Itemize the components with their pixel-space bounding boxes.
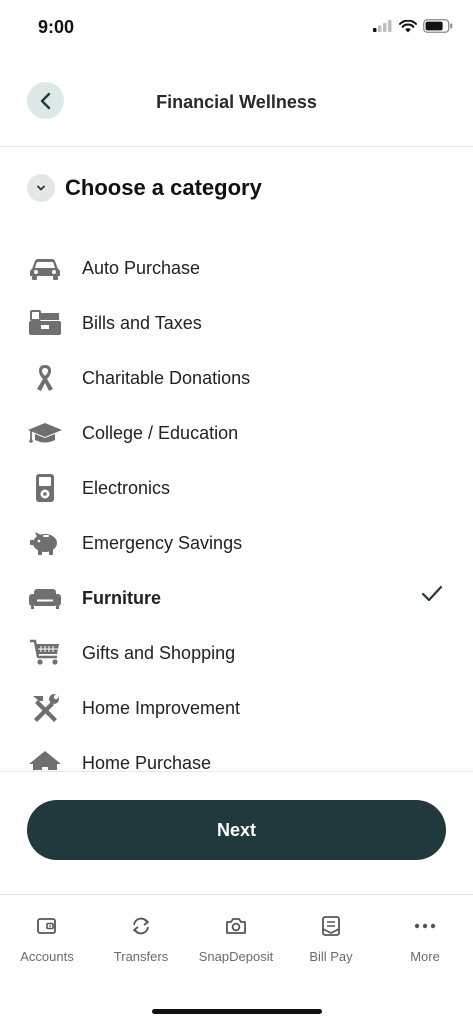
battery-icon <box>423 19 453 33</box>
category-label: Gifts and Shopping <box>82 643 236 663</box>
category-item-charitable-donations[interactable]: Charitable Donations <box>0 350 473 405</box>
wifi-icon <box>399 19 417 32</box>
tab-accounts[interactable]: Accounts <box>0 913 94 964</box>
category-label: Home Improvement <box>82 698 241 718</box>
category-item-furniture[interactable]: Furniture <box>0 570 473 625</box>
category-item-college-education[interactable]: College / Education <box>0 405 473 460</box>
category-label: College / Education <box>82 423 239 443</box>
transfer-icon <box>133 917 149 935</box>
next-button[interactable]: Next <box>27 800 446 860</box>
category-label: Home Purchase <box>82 753 212 770</box>
sofa-icon <box>27 583 63 613</box>
collapse-toggle[interactable] <box>27 174 55 202</box>
category-item-emergency-savings[interactable]: Emergency Savings <box>0 515 473 570</box>
category-list: Auto Purchase Bills and Taxes Charitable… <box>0 236 473 770</box>
home-indicator <box>152 1009 322 1014</box>
piggy-bank-icon <box>27 528 63 558</box>
car-icon <box>27 253 63 283</box>
category-item-gifts-and-shopping[interactable]: Gifts and Shopping <box>0 625 473 680</box>
category-label: Electronics <box>82 478 171 498</box>
category-label: Charitable Donations <box>82 368 251 388</box>
category-item-electronics[interactable]: Electronics <box>0 460 473 515</box>
category-item-bills-and-taxes[interactable]: Bills and Taxes <box>0 295 473 350</box>
category-item-auto-purchase[interactable]: Auto Purchase <box>0 240 473 295</box>
category-label: Furniture <box>82 588 161 608</box>
chevron-down-icon <box>37 185 45 190</box>
tab-bill-pay[interactable]: Bill Pay <box>284 913 378 964</box>
signal-icon <box>373 20 392 32</box>
ipod-icon <box>27 473 63 503</box>
house-icon <box>27 748 63 770</box>
ribbon-icon <box>27 363 63 393</box>
section-title: Choose a category <box>65 175 262 200</box>
tab-label: More <box>410 949 440 964</box>
tab-label: SnapDeposit <box>198 949 274 964</box>
divider <box>0 771 473 772</box>
section-header: Choose a category <box>27 174 262 202</box>
status-bar: 9:00 <box>0 0 473 56</box>
category-item-home-purchase[interactable]: Home Purchase <box>0 735 473 770</box>
tab-label: Bill Pay <box>309 949 353 964</box>
checkmark-icon <box>421 585 443 602</box>
wallet-icon <box>37 918 56 934</box>
bill-icon <box>322 916 340 936</box>
tab-snapdeposit[interactable]: SnapDeposit <box>189 913 283 964</box>
status-time: 9:00 <box>38 17 75 37</box>
category-label: Bills and Taxes <box>82 313 202 333</box>
header: Financial Wellness <box>0 56 473 147</box>
tab-transfers[interactable]: Transfers <box>94 913 188 964</box>
tab-bar: Accounts Transfers SnapDeposit Bill Pay … <box>0 894 473 1024</box>
tools-icon <box>27 693 63 723</box>
graduation-cap-icon <box>27 418 63 448</box>
tab-more[interactable]: More <box>378 913 472 964</box>
category-label: Emergency Savings <box>82 533 243 553</box>
status-icons <box>373 19 453 33</box>
register-icon <box>27 308 63 338</box>
page-title: Financial Wellness <box>156 92 317 112</box>
tab-label: Accounts <box>20 949 74 964</box>
more-icon <box>414 923 436 929</box>
category-label: Auto Purchase <box>82 258 201 278</box>
category-item-home-improvement[interactable]: Home Improvement <box>0 680 473 735</box>
shopping-cart-icon <box>27 638 63 668</box>
tab-label: Transfers <box>113 949 169 964</box>
camera-icon <box>226 918 246 934</box>
